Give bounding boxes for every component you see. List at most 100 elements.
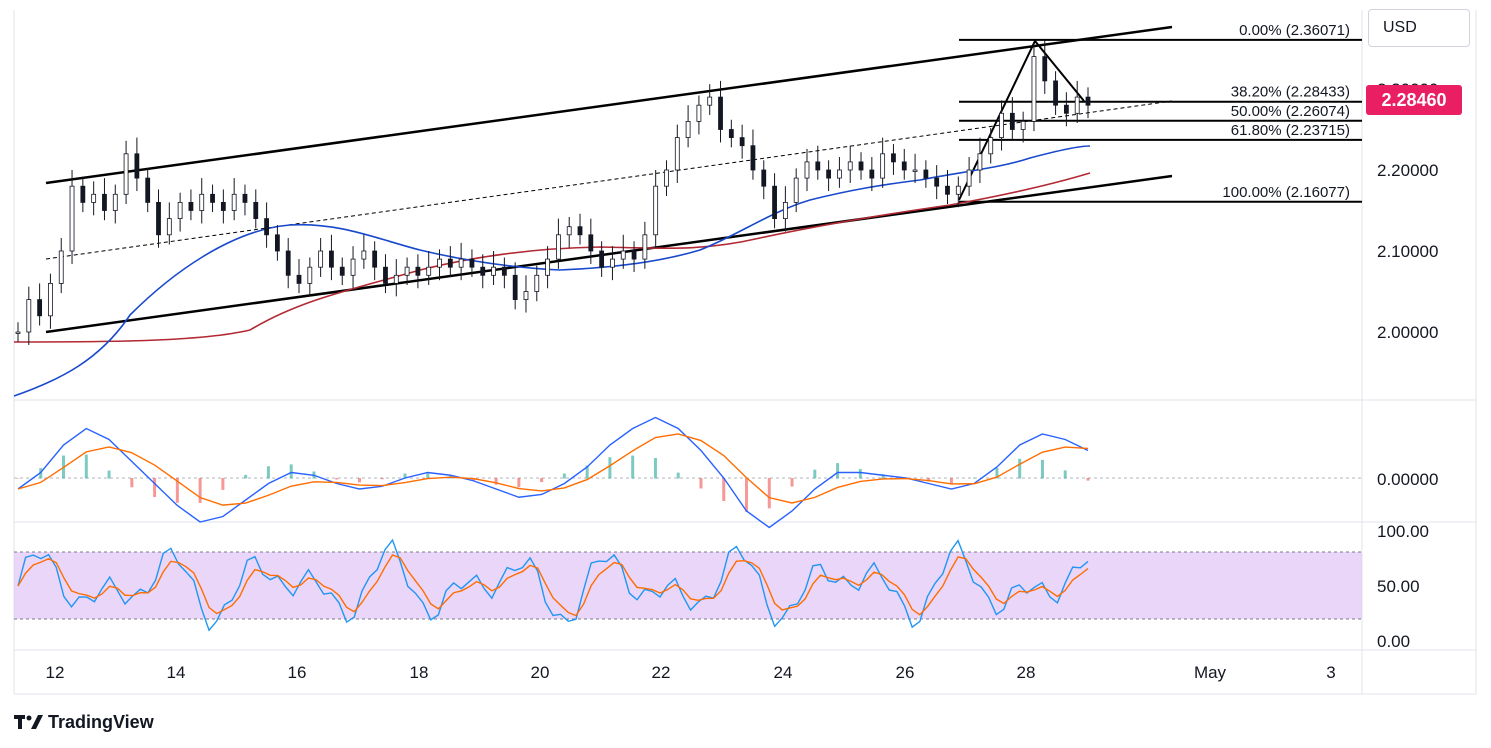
time-tick-1: 14 [167,663,186,682]
candle-body [145,177,151,203]
candle-body [274,234,280,252]
macd-histogram-bar [540,478,544,483]
candle-body [858,161,864,171]
price-tick-1: 2.20000 [1377,161,1438,180]
macd-histogram-bar [130,478,134,488]
candle-body [102,193,107,211]
brand-name: TradingView [48,711,154,732]
time-tick-0: 12 [46,663,65,682]
macd-histogram-bar [858,469,862,479]
candle-body [728,129,734,138]
candle-body [134,153,140,179]
candle-body [350,258,356,276]
candle-body [296,274,302,284]
macd-histogram-bar [198,478,202,503]
ma-slow-line [13,172,1091,343]
macd-histogram-bar [767,478,771,509]
stoch-tick-50: 50.00 [1377,577,1420,596]
candle-body [318,250,324,268]
fib-label-3: 61.80% (2.23715) [1231,122,1350,139]
macd-histogram-bar [608,457,612,479]
candle-body [793,177,799,203]
currency-label: USD [1383,19,1417,36]
tradingview-logo-icon [14,713,44,731]
fibonacci-labels: 0.00% (2.36071) 38.20% (2.28433) 50.00% (2… [1222,22,1350,201]
candle-body [156,201,161,236]
candle-body [718,96,723,130]
macd-histogram-bar [380,478,384,480]
time-tick-3: 18 [410,663,429,682]
candle-body [188,201,194,211]
candle-body [869,169,875,179]
candle-body [891,153,896,163]
candle-body [1063,104,1069,114]
candle-body [620,250,626,260]
regression-channel [45,25,1173,334]
price-tick-3: 2.00000 [1377,323,1438,342]
candle-body [264,218,269,236]
candle-body [469,258,475,268]
candle-body [631,250,637,260]
macd-histogram-bar [1063,470,1067,479]
last-price-tag: 2.28460 [1366,85,1462,115]
candle-body [556,234,561,260]
candle-body [480,266,486,276]
candle-body [696,104,702,122]
candle-body [512,274,518,300]
candle-body [880,153,886,179]
channel-upper-line [45,25,1173,185]
candle-body [761,169,767,187]
candle-body [1042,56,1048,82]
macd-histogram-bar [357,478,361,483]
stoch-band [14,552,1362,619]
candle-body [977,153,983,171]
macd-histogram-bar [335,478,339,480]
macd-histogram-bar [289,464,293,479]
time-tick-2: 16 [288,663,307,682]
macd-tick-zero: 0.00000 [1377,470,1438,489]
candle-body [361,250,367,260]
macd-histogram-bar [631,455,635,479]
time-tick-10: 3 [1326,663,1335,682]
candle-body [48,282,53,317]
macd-histogram-bar [722,478,726,501]
macd-histogram-bar [676,472,680,479]
ma-fast-line [13,145,1091,397]
candle-body [58,250,64,284]
candle-body [664,169,669,187]
candle-body [1085,96,1091,106]
candle-body [955,185,961,195]
candle-body [1020,121,1026,130]
fib-label-4: 100.00% (2.16077) [1222,184,1350,201]
candlestick-series [15,40,1091,345]
candle-body [577,226,583,236]
candle-body [112,193,118,211]
brand-watermark[interactable]: TradingView [14,710,154,734]
candle-body [545,258,550,276]
candle-body [458,258,464,268]
candle-body [934,177,940,187]
stoch-tick-100: 100.00 [1377,522,1429,541]
candle-body [501,266,507,276]
macd-histogram-bar [244,474,248,479]
candle-body [750,145,756,171]
candle-body [1009,112,1015,130]
candle-body [426,266,432,276]
candle-body [1053,80,1058,106]
time-tick-8: 28 [1017,663,1036,682]
candle-body [199,193,205,211]
candle-body [491,266,496,276]
candle-body [599,250,605,268]
candle-body [285,250,291,276]
currency-selector[interactable]: USD [1368,9,1470,47]
macd-histogram-bar [266,466,270,479]
chart-area[interactable]: 2.300002.200002.100002.00000 0.00% (2.36… [0,0,1491,748]
candle-body [653,185,659,236]
candle-body [707,96,713,106]
macd-histogram-bar [653,457,657,479]
candle-body [772,185,777,219]
macd-histogram-bar [517,478,521,488]
candle-body [166,218,172,236]
macd-histogram-bar [813,469,817,479]
candle-body [177,201,183,219]
